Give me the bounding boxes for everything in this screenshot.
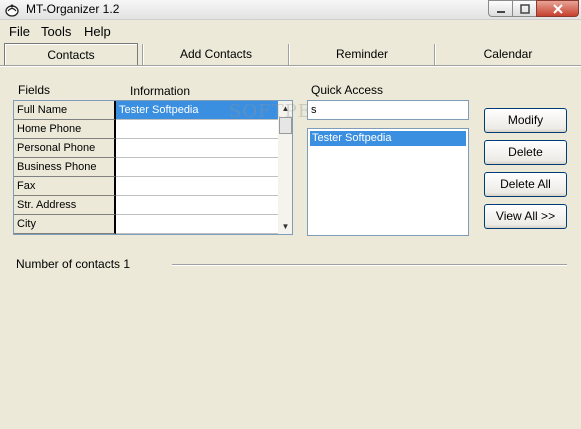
field-name-cell: Business Phone [14,158,116,177]
field-row-fax[interactable]: Fax [14,177,278,196]
grid-scrollbar[interactable]: ▲ ▼ [278,101,292,234]
fields-label: Fields [18,83,51,97]
field-value-cell[interactable] [116,196,278,215]
contact-fields-grid[interactable]: Full Name Tester Softpedia Home Phone Pe… [13,100,293,235]
field-name-cell: City [14,215,116,234]
tab-divider [0,65,581,67]
field-name-cell: Fax [14,177,116,196]
minimize-button[interactable] [488,0,513,17]
modify-button[interactable]: Modify [484,108,567,133]
field-value-cell[interactable] [116,139,278,158]
organizer-icon [5,4,19,17]
close-button[interactable] [536,0,579,17]
field-row-personal-phone[interactable]: Personal Phone [14,139,278,158]
field-name-cell: Personal Phone [14,139,116,158]
field-name-cell: Str. Address [14,196,116,215]
field-row-full-name[interactable]: Full Name Tester Softpedia [14,101,278,120]
field-value-cell[interactable] [116,120,278,139]
view-all-button[interactable]: View All >> [484,204,567,229]
title-bar[interactable]: MT-Organizer 1.2 [0,0,581,20]
field-value-cell[interactable] [116,177,278,196]
quick-access-results-list[interactable]: Tester Softpedia [307,128,469,236]
tab-add-contacts[interactable]: Add Contacts [146,43,286,65]
quick-access-label: Quick Access [311,83,384,97]
tab-contacts[interactable]: Contacts [4,43,138,65]
field-name-cell: Home Phone [14,120,116,139]
field-row-business-phone[interactable]: Business Phone [14,158,278,177]
field-row-city[interactable]: City [14,215,278,234]
scroll-up-icon[interactable]: ▲ [278,101,292,116]
menu-help[interactable]: Help [84,24,111,39]
tab-reminder[interactable]: Reminder [292,43,432,65]
menu-bar: File Tools Help [0,21,581,41]
window-title: MT-Organizer 1.2 [26,2,120,16]
field-row-street-address[interactable]: Str. Address [14,196,278,215]
contacts-count: Number of contacts 1 [16,257,131,271]
field-value-cell[interactable]: Tester Softpedia [116,101,278,120]
tab-calendar[interactable]: Calendar [438,43,578,65]
tab-bar: Contacts Add Contacts Reminder Calendar [0,41,581,67]
field-row-home-phone[interactable]: Home Phone [14,120,278,139]
tab-separator [142,44,144,66]
field-name-cell: Full Name [14,101,116,120]
minimize-icon [496,10,505,13]
maximize-icon [519,3,530,14]
tab-separator [288,44,290,66]
field-value-cell[interactable] [116,158,278,177]
status-divider [172,264,567,266]
scroll-thumb[interactable] [279,117,292,134]
tab-separator [434,44,436,66]
maximize-button[interactable] [512,0,537,17]
delete-button[interactable]: Delete [484,140,567,165]
delete-all-button[interactable]: Delete All [484,172,567,197]
close-icon [552,3,563,14]
menu-tools[interactable]: Tools [41,24,71,39]
quick-access-search-input[interactable]: s [307,100,469,120]
main-window: MT-Organizer 1.2 File Tools Help Contact… [0,0,581,429]
scroll-down-icon[interactable]: ▼ [278,219,292,234]
menu-file[interactable]: File [9,24,30,39]
field-value-cell[interactable] [116,215,278,234]
list-item[interactable]: Tester Softpedia [310,131,466,146]
information-label: Information [130,84,191,98]
